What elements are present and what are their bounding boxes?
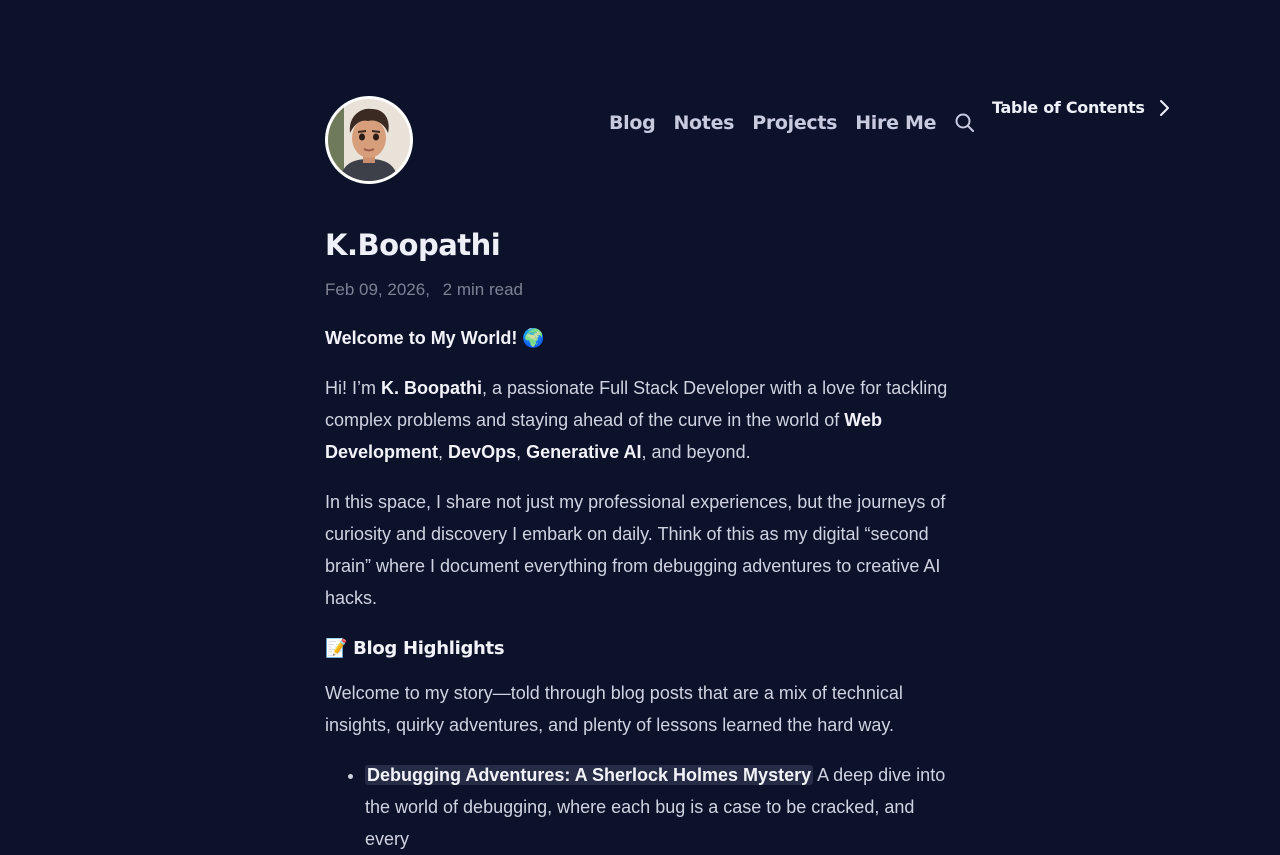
main-nav: Blog Notes Projects Hire Me [609, 112, 976, 134]
skill-gen-ai: Generative AI [526, 442, 642, 462]
nav-notes[interactable]: Notes [673, 112, 734, 134]
blog-highlights-heading: 📝 Blog Highlights [325, 638, 505, 659]
post-read-time: 2 min read [442, 280, 523, 299]
toc-toggle[interactable]: Table of Contents [992, 98, 1171, 117]
toc-label: Table of Contents [992, 98, 1145, 117]
intro-comma-2: , [516, 442, 527, 462]
post-date: Feb 09, 2026, [325, 280, 430, 299]
chevron-right-icon [1159, 99, 1169, 116]
nav-hire-me[interactable]: Hire Me [855, 112, 936, 134]
post-title: K.Boopathi [325, 228, 501, 262]
second-brain-paragraph: In this space, I share not just my profe… [325, 492, 946, 608]
nav-projects[interactable]: Projects [752, 112, 837, 134]
highlights-list: Debugging Adventures: A Sherlock Holmes … [325, 759, 950, 855]
avatar-image [328, 99, 410, 181]
intro-text-3: , and beyond. [641, 442, 751, 462]
intro-paragraph: Hi! I’m K. Boopathi, a passionate Full S… [325, 372, 950, 468]
skill-devops: DevOps [448, 442, 517, 462]
avatar[interactable] [325, 96, 413, 184]
intro-comma-1: , [438, 442, 449, 462]
list-item: Debugging Adventures: A Sherlock Holmes … [365, 759, 950, 855]
highlight-link[interactable]: Debugging Adventures: A Sherlock Holmes … [365, 765, 814, 785]
highlights-intro: Welcome to my story—told through blog po… [325, 683, 903, 735]
post-meta: Feb 09, 2026, 2 min read [325, 280, 950, 300]
search-button[interactable] [954, 112, 976, 134]
author-name: K. Boopathi [381, 378, 482, 398]
nav-blog[interactable]: Blog [609, 112, 656, 134]
welcome-line: Welcome to My World! 🌍 [325, 328, 545, 348]
post-content: K.Boopathi Feb 09, 2026, 2 min read Welc… [325, 228, 950, 855]
search-icon [955, 113, 975, 132]
intro-text-1: Hi! I’m [325, 378, 381, 398]
